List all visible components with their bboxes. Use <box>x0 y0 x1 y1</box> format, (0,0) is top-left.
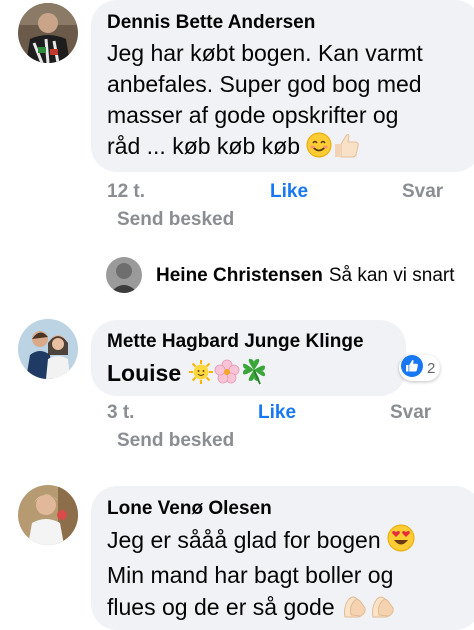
comment-author[interactable]: Mette Hagbard Junge Klinge <box>107 331 364 353</box>
like-reaction-icon <box>401 354 423 382</box>
cherry-blossom-emoji <box>214 359 240 393</box>
comment-time: 3 t. <box>107 402 135 423</box>
comment-text: Jeg er sååå glad for bogen Min mand har … <box>107 524 415 627</box>
comment-text: Louise <box>107 357 268 393</box>
comment-time: 12 t. <box>107 181 146 202</box>
comment-author[interactable]: Lone Venø Olesen <box>107 498 272 520</box>
reaction-count: 2 <box>427 359 436 377</box>
smiling-face-emoji <box>306 132 332 166</box>
clapping-hands-emoji <box>341 591 397 627</box>
four-leaf-clover-emoji <box>240 357 268 393</box>
comment-text: Jeg har købt bogen. Kan varmt anbefales.… <box>107 38 423 166</box>
reply-button[interactable]: Svar <box>402 181 443 203</box>
heart-eyes-emoji <box>387 524 415 560</box>
send-message-button[interactable]: Send besked <box>117 209 234 231</box>
thumbs-up-emoji <box>332 132 360 166</box>
reply-button[interactable]: Svar <box>390 402 431 424</box>
reaction-summary[interactable]: 2 <box>399 354 441 382</box>
reply-preview[interactable]: Heine Christensen Så kan vi snart <box>156 265 455 287</box>
like-button[interactable]: Like <box>258 402 296 424</box>
reply-author: Heine Christensen <box>156 265 323 286</box>
avatar-heine[interactable] <box>106 257 142 293</box>
sun-emoji <box>188 359 214 393</box>
send-message-button[interactable]: Send besked <box>117 430 234 452</box>
avatar-mette[interactable] <box>18 319 78 379</box>
like-button[interactable]: Like <box>270 181 308 203</box>
avatar-dennis[interactable] <box>18 3 78 63</box>
avatar-lone[interactable] <box>18 485 78 545</box>
comment-author[interactable]: Dennis Bette Andersen <box>107 12 315 34</box>
reply-text: Så kan vi snart <box>328 265 455 286</box>
